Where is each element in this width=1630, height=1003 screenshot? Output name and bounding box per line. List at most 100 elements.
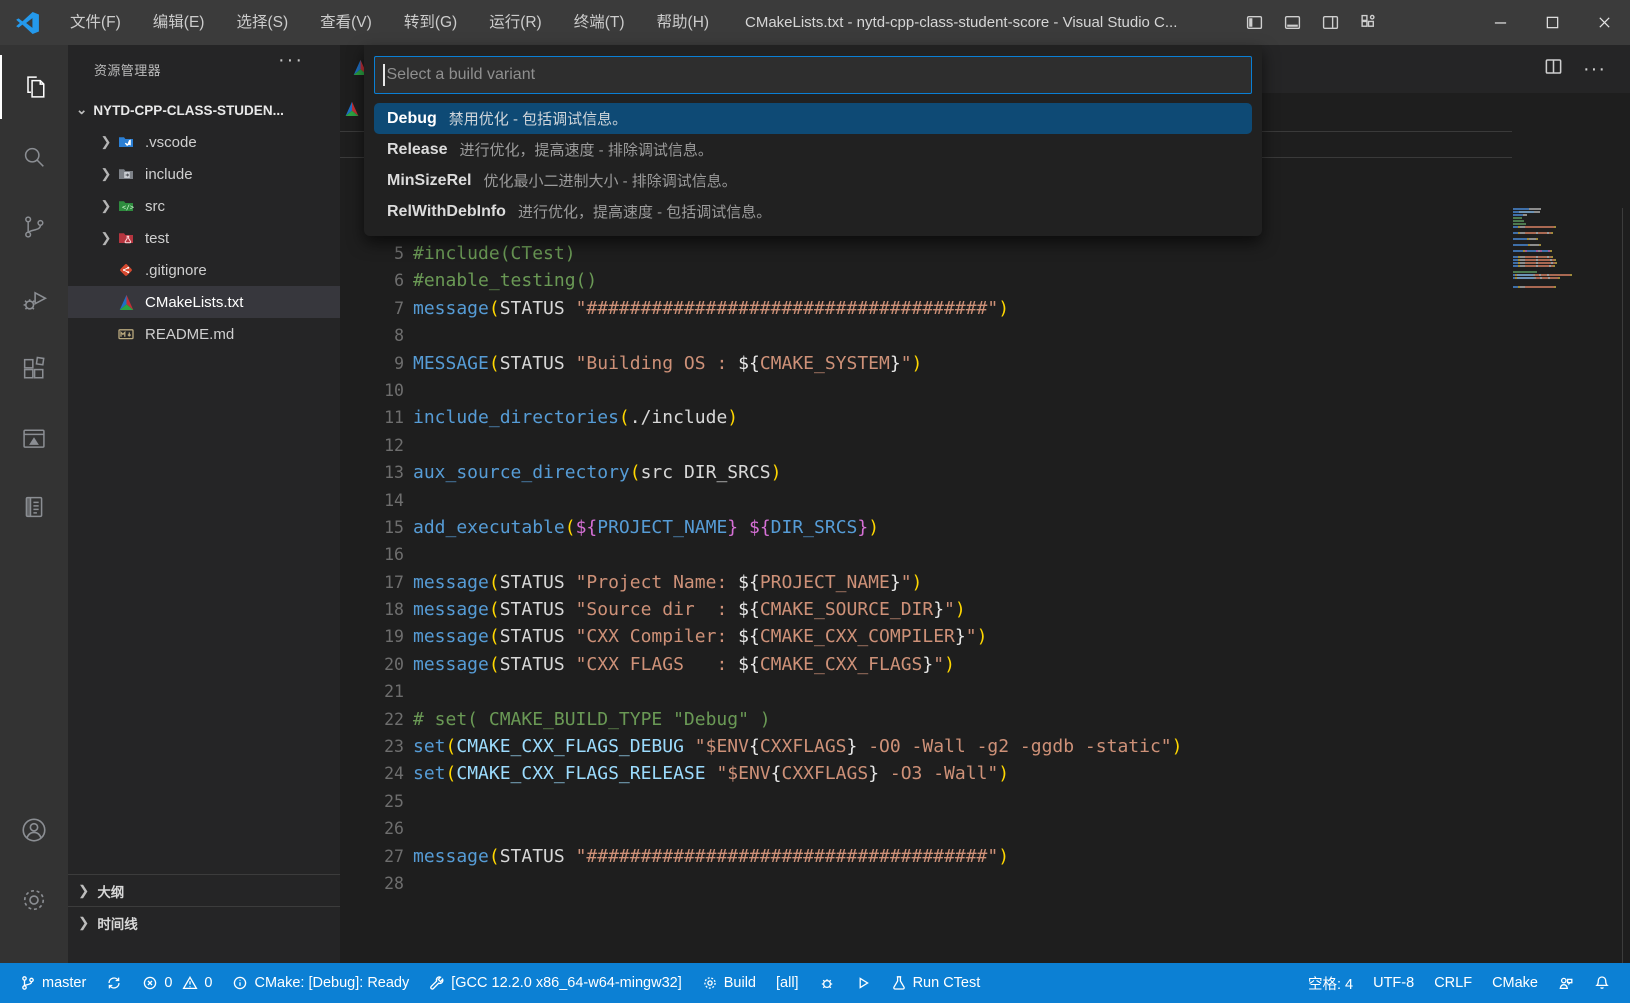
code-line-12[interactable]: 12 bbox=[340, 432, 1630, 459]
sidebar-section-outline[interactable]: ❯大纲 bbox=[68, 874, 340, 906]
project-root-label: NYTD-CPP-CLASS-STUDEN... bbox=[93, 103, 284, 118]
code-line-27[interactable]: 27message(STATUS "######################… bbox=[340, 843, 1630, 870]
status-item-encoding[interactable]: UTF-8 bbox=[1363, 963, 1424, 1003]
minimize-icon[interactable] bbox=[1474, 0, 1526, 45]
status-item-sync[interactable] bbox=[96, 963, 132, 1003]
tree-item-cmakeliststxt[interactable]: CMakeLists.txt bbox=[68, 286, 340, 318]
line-text bbox=[404, 322, 413, 349]
account-icon[interactable] bbox=[0, 798, 68, 862]
code-line-6[interactable]: 6#enable_testing() bbox=[340, 267, 1630, 294]
menu-s[interactable]: 选择(S) bbox=[222, 0, 302, 45]
settings-gear-icon[interactable] bbox=[0, 868, 68, 932]
tree-item-test[interactable]: ❯test bbox=[68, 222, 340, 254]
code-line-19[interactable]: 19message(STATUS "CXX Compiler: ${CMAKE_… bbox=[340, 623, 1630, 650]
code-line-8[interactable]: 8 bbox=[340, 322, 1630, 349]
code-line-15[interactable]: 15add_executable(${PROJECT_NAME} ${DIR_S… bbox=[340, 514, 1630, 541]
maximize-icon[interactable] bbox=[1526, 0, 1578, 45]
line-text bbox=[404, 487, 413, 514]
extensions-icon[interactable] bbox=[0, 337, 68, 401]
sidebar-section-timeline[interactable]: ❯时间线 bbox=[68, 906, 340, 938]
line-number: 24 bbox=[340, 760, 404, 787]
project-root-folder[interactable]: ⌄ NYTD-CPP-CLASS-STUDEN... bbox=[68, 94, 340, 126]
layout-secondary-sidebar-icon[interactable] bbox=[1314, 7, 1346, 39]
more-actions-icon[interactable]: ··· bbox=[1583, 58, 1606, 81]
source-control-icon[interactable] bbox=[0, 195, 68, 259]
menu-g[interactable]: 转到(G) bbox=[390, 0, 471, 45]
tree-item-src[interactable]: ❯</>src bbox=[68, 190, 340, 222]
menu-e[interactable]: 编辑(E) bbox=[139, 0, 219, 45]
minimap-line bbox=[1513, 253, 1622, 255]
code-area[interactable]: 5#include(CTest)6#enable_testing()7messa… bbox=[340, 240, 1630, 897]
code-line-26[interactable]: 26 bbox=[340, 815, 1630, 842]
code-line-16[interactable]: 16 bbox=[340, 541, 1630, 568]
quick-pick-item-minsizerel[interactable]: MinSizeRel优化最小二进制大小 - 排除调试信息。 bbox=[374, 165, 1252, 196]
activity-bar bbox=[0, 45, 68, 963]
code-line-21[interactable]: 21 bbox=[340, 678, 1630, 705]
menu-r[interactable]: 运行(R) bbox=[475, 0, 556, 45]
code-line-18[interactable]: 18message(STATUS "Source dir : ${CMAKE_S… bbox=[340, 596, 1630, 623]
minimap[interactable] bbox=[1513, 208, 1623, 968]
status-item-notifications[interactable] bbox=[1584, 963, 1620, 1003]
explorer-more-actions-icon[interactable]: ··· bbox=[278, 49, 304, 72]
code-line-25[interactable]: 25 bbox=[340, 788, 1630, 815]
code-line-20[interactable]: 20message(STATUS "CXX FLAGS : ${CMAKE_CX… bbox=[340, 651, 1630, 678]
code-line-17[interactable]: 17message(STATUS "Project Name: ${PROJEC… bbox=[340, 569, 1630, 596]
status-item-language[interactable]: CMake bbox=[1482, 963, 1548, 1003]
status-item-kit[interactable]: [GCC 12.2.0 x86_64-w64-mingw32] bbox=[419, 963, 692, 1003]
tree-item-vscode[interactable]: ❯.vscode bbox=[68, 126, 340, 158]
code-line-7[interactable]: 7message(STATUS "#######################… bbox=[340, 295, 1630, 322]
line-number: 17 bbox=[340, 569, 404, 596]
line-number: 5 bbox=[340, 240, 404, 267]
code-line-28[interactable]: 28 bbox=[340, 870, 1630, 897]
status-item-debug[interactable] bbox=[809, 963, 845, 1003]
status-item-launch[interactable] bbox=[845, 963, 881, 1003]
customize-layout-icon[interactable] bbox=[1352, 7, 1384, 39]
tree-item-gitignore[interactable]: .gitignore bbox=[68, 254, 340, 286]
status-item-indentation[interactable]: 空格: 4 bbox=[1298, 963, 1363, 1003]
status-item-feedback[interactable] bbox=[1548, 963, 1584, 1003]
quick-pick-item-relwithdebinfo[interactable]: RelWithDebInfo进行优化，提高速度 - 包括调试信息。 bbox=[374, 196, 1252, 227]
menu-f[interactable]: 文件(F) bbox=[56, 0, 135, 45]
quick-pick-item-release[interactable]: Release进行优化，提高速度 - 排除调试信息。 bbox=[374, 134, 1252, 165]
quick-pick-input[interactable]: Select a build variant bbox=[374, 56, 1252, 94]
minimap-line bbox=[1513, 283, 1622, 285]
minimap-line bbox=[1513, 244, 1622, 246]
search-icon[interactable] bbox=[0, 125, 68, 189]
tree-item-include[interactable]: ❯include bbox=[68, 158, 340, 190]
split-editor-icon[interactable] bbox=[1544, 57, 1563, 81]
layout-sidebar-icon[interactable] bbox=[1238, 7, 1270, 39]
code-line-13[interactable]: 13aux_source_directory(src DIR_SRCS) bbox=[340, 459, 1630, 486]
status-label: Build bbox=[724, 975, 756, 991]
status-item-eol[interactable]: CRLF bbox=[1424, 963, 1482, 1003]
status-item-problems[interactable]: 00 bbox=[132, 963, 222, 1003]
code-line-9[interactable]: 9MESSAGE(STATUS "Building OS : ${CMAKE_S… bbox=[340, 350, 1630, 377]
status-item-cmake-status[interactable]: CMake: [Debug]: Ready bbox=[222, 963, 419, 1003]
journal-icon[interactable] bbox=[0, 475, 68, 539]
code-line-24[interactable]: 24set(CMAKE_CXX_FLAGS_RELEASE "$ENV{CXXF… bbox=[340, 760, 1630, 787]
tree-item-readmemd[interactable]: README.md bbox=[68, 318, 340, 350]
cmake-panel-icon[interactable] bbox=[0, 407, 68, 471]
code-line-10[interactable]: 10 bbox=[340, 377, 1630, 404]
explorer-icon[interactable] bbox=[0, 55, 68, 119]
status-item-ctest[interactable]: Run CTest bbox=[881, 963, 991, 1003]
close-icon[interactable] bbox=[1578, 0, 1630, 45]
status-item-branch[interactable]: master bbox=[10, 963, 96, 1003]
quick-pick-list: Debug禁用优化 - 包括调试信息。Release进行优化，提高速度 - 排除… bbox=[374, 103, 1252, 227]
layout-panel-icon[interactable] bbox=[1276, 7, 1308, 39]
quick-pick-item-debug[interactable]: Debug禁用优化 - 包括调试信息。 bbox=[374, 103, 1252, 134]
status-item-build-target[interactable]: [all] bbox=[766, 963, 809, 1003]
info-icon bbox=[232, 975, 248, 991]
code-line-22[interactable]: 22# set( CMAKE_BUILD_TYPE "Debug" ) bbox=[340, 706, 1630, 733]
menu-v[interactable]: 查看(V) bbox=[306, 0, 386, 45]
editor-content[interactable]: 5#include(CTest)6#enable_testing()7messa… bbox=[340, 130, 1630, 963]
code-line-11[interactable]: 11include_directories(./include) bbox=[340, 404, 1630, 431]
run-debug-icon[interactable] bbox=[0, 267, 68, 331]
status-label: 0 bbox=[164, 975, 172, 991]
status-item-build[interactable]: Build bbox=[692, 963, 766, 1003]
code-line-23[interactable]: 23set(CMAKE_CXX_FLAGS_DEBUG "$ENV{CXXFLA… bbox=[340, 733, 1630, 760]
code-line-14[interactable]: 14 bbox=[340, 487, 1630, 514]
line-text bbox=[404, 870, 413, 897]
menu-h[interactable]: 帮助(H) bbox=[643, 0, 724, 45]
code-line-5[interactable]: 5#include(CTest) bbox=[340, 240, 1630, 267]
menu-t[interactable]: 终端(T) bbox=[560, 0, 639, 45]
